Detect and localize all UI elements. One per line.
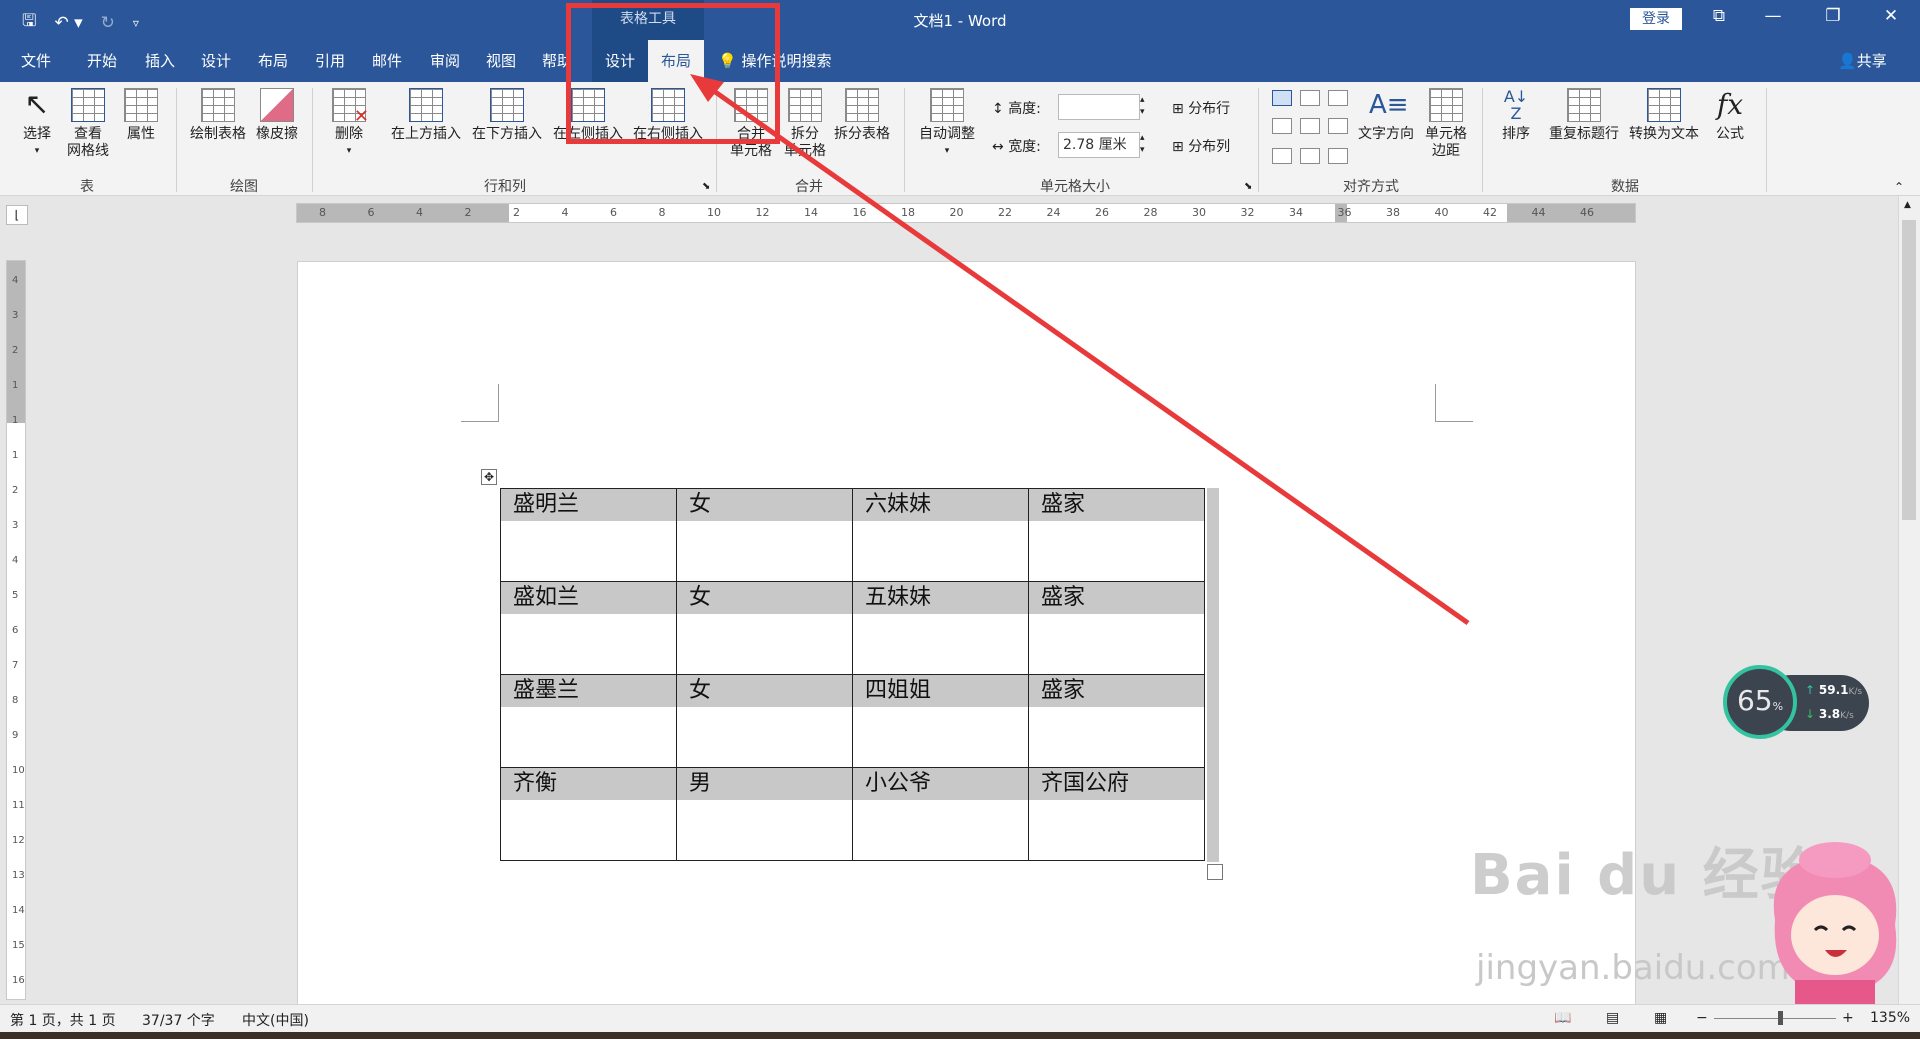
annotation-arrow-icon bbox=[690, 74, 1470, 626]
